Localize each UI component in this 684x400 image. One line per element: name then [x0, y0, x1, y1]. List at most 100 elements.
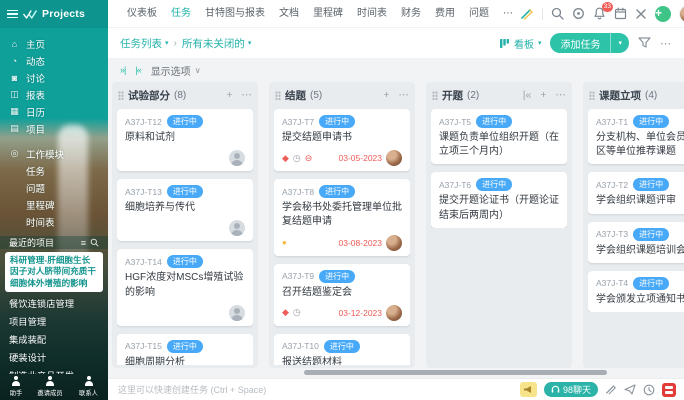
sidebar-subitem-里程碑[interactable]: 里程碑 — [0, 196, 108, 213]
task-card[interactable]: A37J-T7进行中提交结题申请书◆◷⊖03-05-2023 — [274, 109, 410, 171]
recent-project-item[interactable]: 硬装设计 — [0, 348, 108, 366]
recent-project-item[interactable]: 集成装配 — [0, 330, 108, 348]
drag-handle-icon[interactable] — [432, 91, 438, 100]
card-footer: ●03-08-2023 — [282, 235, 402, 251]
card-list: A37J-T5进行中课题负责单位组织开题（在立项三个月内） A37J-T6进行中提… — [431, 109, 567, 228]
sidebar-group-header[interactable]: ◎ 工作模块 — [0, 145, 108, 162]
task-card[interactable]: A37J-T13进行中细胞培养与传代 — [117, 179, 253, 241]
task-card[interactable]: A37J-T3进行中学会组织课题培训会 — [588, 222, 684, 263]
collapse-all-columns-icon[interactable]: |« — [135, 65, 140, 75]
chat-badge[interactable]: 98聊天 — [544, 382, 598, 397]
collapse-column-icon[interactable]: |« — [523, 90, 532, 101]
tab-8[interactable]: 问题 — [462, 0, 496, 27]
task-list-dropdown[interactable]: 任务列表 ▾ — [120, 36, 169, 51]
clock-icon[interactable] — [643, 384, 655, 396]
person-icon — [83, 376, 94, 387]
column-more-icon[interactable]: ⋯ — [399, 90, 410, 101]
scrollbar-thumb[interactable] — [304, 370, 606, 375]
add-card-icon[interactable]: + — [226, 90, 232, 101]
tab-1[interactable]: 任务 — [164, 0, 198, 27]
calendar-icon[interactable] — [614, 7, 627, 20]
sidebar-subitem-任务[interactable]: 任务 — [0, 162, 108, 179]
signature-pen-icon[interactable] — [605, 384, 617, 395]
tab-2[interactable]: 甘特图与报表 — [198, 0, 272, 27]
add-task-button[interactable]: 添加任务 ▾ — [550, 33, 629, 53]
sidebar-subitem-时间表[interactable]: 时间表 — [0, 213, 108, 230]
card-id-row: A37J-T1进行中 — [596, 115, 684, 128]
recent-project-item[interactable]: 制造业产品开发 — [0, 366, 108, 374]
display-options-dropdown[interactable]: 显示选项 ∨ — [151, 63, 201, 78]
hamburger-menu-icon[interactable] — [7, 10, 18, 18]
task-id: A37J-T3 — [596, 229, 628, 239]
paper-plane-icon[interactable] — [624, 384, 636, 395]
add-card-icon[interactable]: + — [540, 90, 546, 101]
task-card[interactable]: A37J-T15进行中细胞周期分析 — [117, 334, 253, 365]
column-header: 课题立项(4)+⋯ — [588, 85, 684, 109]
task-card[interactable]: A37J-T2进行中学会组织课题评审 — [588, 172, 684, 213]
task-card[interactable]: A37J-T12进行中原料和试剂 — [117, 109, 253, 171]
task-card[interactable]: A37J-T6进行中提交开题论证书（开题论证结束后两周内） — [431, 172, 567, 227]
search-icon[interactable] — [551, 7, 564, 20]
filter-funnel-icon[interactable] — [638, 37, 651, 49]
search-projects-icon[interactable] — [90, 238, 99, 247]
invite-add-button[interactable]: + — [655, 6, 671, 22]
nav-more-button[interactable]: ⋯ — [496, 0, 520, 27]
drag-handle-icon[interactable] — [118, 91, 124, 100]
task-card[interactable]: A37J-T1进行中分支机构、单位会员、省/区等单位推荐课题 — [588, 109, 684, 164]
column-more-icon[interactable]: ⋯ — [556, 90, 567, 101]
sidebar-item-calendar[interactable]: ▦日历 — [0, 103, 108, 120]
sidebar-item-activity[interactable]: ◔动态 — [0, 52, 108, 69]
task-card[interactable]: A37J-T14进行中HGF浓度对MSCs增殖试验的影响 — [117, 249, 253, 325]
task-card[interactable]: A37J-T10进行中报送结题材料03-18-2023 — [274, 334, 410, 365]
toolbar-more-button[interactable]: ⋯ — [660, 37, 672, 50]
sidebar-item-project[interactable]: ▤项目 — [0, 120, 108, 137]
sidebar-subitem-问题[interactable]: 问题 — [0, 179, 108, 196]
filter-dropdown[interactable]: 所有未关闭的 ▾ — [182, 36, 252, 51]
drag-handle-icon[interactable] — [275, 91, 281, 100]
view-switch-kanban[interactable]: 看板 ▾ — [499, 36, 542, 51]
app-logo[interactable] — [662, 383, 676, 397]
task-card[interactable]: A37J-T9进行中召开结题鉴定会◆◷03-12-2023 — [274, 264, 410, 326]
recent-project-item[interactable]: 餐饮连锁店管理 — [0, 294, 108, 312]
column-count: (5) — [310, 90, 322, 101]
quick-create-input[interactable]: 这里可以快速创建任务 (Ctrl + Space) — [118, 383, 512, 396]
add-task-dropdown[interactable]: ▾ — [610, 33, 629, 53]
tab-6[interactable]: 财务 — [394, 0, 428, 27]
column-more-icon[interactable]: ⋯ — [242, 90, 253, 101]
task-card[interactable]: A37J-T8进行中学会秘书处委托管理单位批复结题申请●03-08-2023 — [274, 179, 410, 255]
active-project-item[interactable]: 科研管理-肝细胞生长因子对人脐带间充质干细胞体外增殖的影响 — [5, 252, 103, 292]
pen-icon[interactable] — [520, 8, 534, 20]
sidebar-footer-联系人[interactable]: 联系人 — [78, 376, 99, 398]
dot-icon: ● — [282, 239, 287, 247]
card-id-row: A37J-T12进行中 — [125, 115, 245, 128]
card-id-row: A37J-T8进行中 — [282, 185, 402, 198]
shortcuts-icon[interactable] — [635, 8, 647, 20]
column-count: (4) — [645, 90, 657, 101]
recent-project-item[interactable]: 项目管理 — [0, 312, 108, 330]
task-id: A37J-T6 — [439, 180, 471, 190]
tab-3[interactable]: 文档 — [272, 0, 306, 27]
tab-4[interactable]: 里程碑 — [306, 0, 350, 27]
user-avatar[interactable] — [679, 5, 684, 23]
horizontal-scrollbar[interactable] — [114, 369, 674, 377]
add-card-icon[interactable]: + — [383, 90, 389, 101]
bell-icon[interactable]: 33 — [593, 7, 606, 20]
sidebar-footer-助手[interactable]: 助手 — [9, 376, 23, 398]
tab-5[interactable]: 时间表 — [350, 0, 394, 27]
sidebar-item-discussion[interactable]: ◙讨论 — [0, 69, 108, 86]
task-card[interactable]: A37J-T5进行中课题负责单位组织开题（在立项三个月内） — [431, 109, 567, 164]
sort-icon[interactable]: ≡ — [81, 238, 86, 248]
target-icon[interactable] — [572, 7, 585, 20]
sidebar-item-home[interactable]: ⌂主页 — [0, 35, 108, 52]
task-id: A37J-T10 — [282, 341, 319, 351]
drag-handle-icon[interactable] — [589, 91, 595, 100]
tab-7[interactable]: 费用 — [428, 0, 462, 27]
card-id-row: A37J-T10进行中 — [282, 340, 402, 353]
expand-all-columns-icon[interactable]: »| — [120, 65, 125, 75]
task-card[interactable]: A37J-T4进行中学会颁发立项通知书 — [588, 271, 684, 312]
tab-0[interactable]: 仪表板 — [120, 0, 164, 27]
sidebar-footer-邀请成员[interactable]: 邀请成员 — [36, 376, 64, 398]
clock-icon: ◷ — [293, 308, 301, 317]
sidebar-item-report[interactable]: ◫报表 — [0, 86, 108, 103]
announcement-icon[interactable] — [520, 382, 537, 397]
